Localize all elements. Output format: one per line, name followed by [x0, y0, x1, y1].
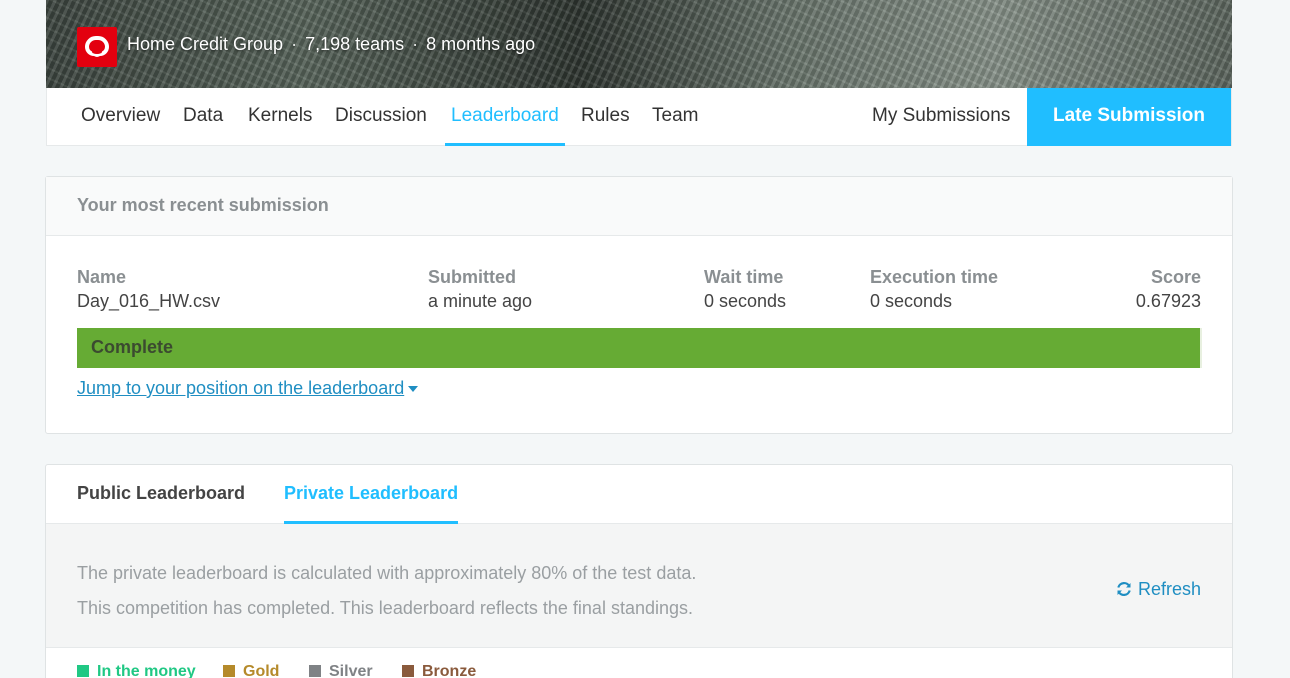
execution-time-label: Execution time: [870, 267, 999, 287]
wait-time-column: Wait time 0 seconds: [704, 267, 786, 312]
leaderboard-card: Public Leaderboard Private Leaderboard T…: [45, 464, 1233, 678]
refresh-label: Refresh: [1137, 579, 1201, 599]
separator: ·: [291, 34, 298, 54]
competition-meta: Home Credit Group · 7,198 teams · 8 months a…: [127, 34, 535, 55]
name-label: Name: [77, 267, 127, 287]
organization-name[interactable]: Home Credit Group: [127, 34, 283, 54]
score-value: 0.67923: [1135, 291, 1201, 311]
legend-bronze: Bronze: [402, 663, 476, 678]
gold-swatch-icon: [223, 665, 235, 677]
recent-submission-card: Your most recent submission Name Day_016…: [45, 176, 1233, 434]
tab-private-leaderboard[interactable]: Private Leaderboard: [284, 465, 459, 524]
submission-file-name: Day_016_HW.csv: [77, 291, 221, 311]
submitted-label: Submitted: [428, 267, 516, 287]
refresh-icon: [1117, 582, 1131, 596]
tab-kernels[interactable]: Kernels: [242, 88, 318, 146]
score-label: Score: [1150, 267, 1201, 287]
submission-heading: Your most recent submission: [46, 177, 1232, 236]
tab-rules[interactable]: Rules: [575, 88, 636, 146]
tab-overview[interactable]: Overview: [75, 88, 166, 146]
legend-label: In the money: [97, 663, 196, 678]
legend-in-the-money: In the money: [77, 663, 196, 678]
legend-gold: Gold: [223, 663, 279, 678]
silver-swatch-icon: [309, 665, 321, 677]
jump-link-label: Jump to your position on the leaderboard: [77, 378, 405, 398]
medal-legend: In the money Gold Silver Bronze: [46, 648, 1232, 678]
status-text: Complete: [91, 337, 174, 357]
competition-banner: Home Credit Group · 7,198 teams · 8 months a…: [46, 0, 1232, 88]
submission-name-column: Name Day_016_HW.csv: [77, 267, 220, 312]
info-line-private: The private leaderboard is calculated wi…: [77, 563, 697, 583]
execution-time-column: Execution time 0 seconds: [870, 267, 998, 312]
caret-down-icon: [408, 386, 419, 393]
tab-discussion[interactable]: Discussion: [329, 88, 433, 146]
submission-status-bar: Complete: [77, 328, 1202, 368]
late-submission-button[interactable]: Late Submission: [1027, 88, 1231, 146]
legend-label: Silver: [329, 663, 373, 678]
bronze-swatch-icon: [402, 665, 414, 677]
legend-label: Bronze: [422, 663, 477, 678]
legend-label: Gold: [243, 663, 280, 678]
leaderboard-tabs: Public Leaderboard Private Leaderboard: [46, 465, 1232, 524]
info-line-completed: This competition has completed. This lea…: [77, 598, 693, 618]
legend-silver: Silver: [309, 663, 373, 678]
competition-age: 8 months ago: [426, 34, 536, 54]
tab-leaderboard[interactable]: Leaderboard: [445, 88, 565, 146]
tab-public-leaderboard[interactable]: Public Leaderboard: [77, 465, 245, 524]
wait-time-value: 0 seconds: [704, 291, 787, 311]
competition-nav: Overview Data Kernels Discussion Leaderb…: [46, 88, 1232, 146]
team-count: 7,198 teams: [305, 34, 405, 54]
home-credit-logo-icon[interactable]: [77, 27, 117, 67]
execution-time-value: 0 seconds: [870, 291, 953, 311]
tab-data[interactable]: Data: [177, 88, 229, 146]
refresh-button[interactable]: Refresh: [1115, 572, 1201, 607]
score-column: Score 0.67923: [1136, 267, 1201, 312]
leaderboard-info: The private leaderboard is calculated wi…: [46, 524, 1232, 648]
green-swatch-icon: [77, 665, 89, 677]
wait-time-label: Wait time: [704, 267, 784, 287]
my-submissions-link[interactable]: My Submissions: [866, 88, 1016, 146]
submitted-column: Submitted a minute ago: [428, 267, 532, 312]
separator: ·: [412, 34, 419, 54]
jump-to-position-link[interactable]: Jump to your position on the leaderboard: [77, 378, 419, 399]
tab-team[interactable]: Team: [646, 88, 704, 146]
submitted-value: a minute ago: [428, 291, 533, 311]
